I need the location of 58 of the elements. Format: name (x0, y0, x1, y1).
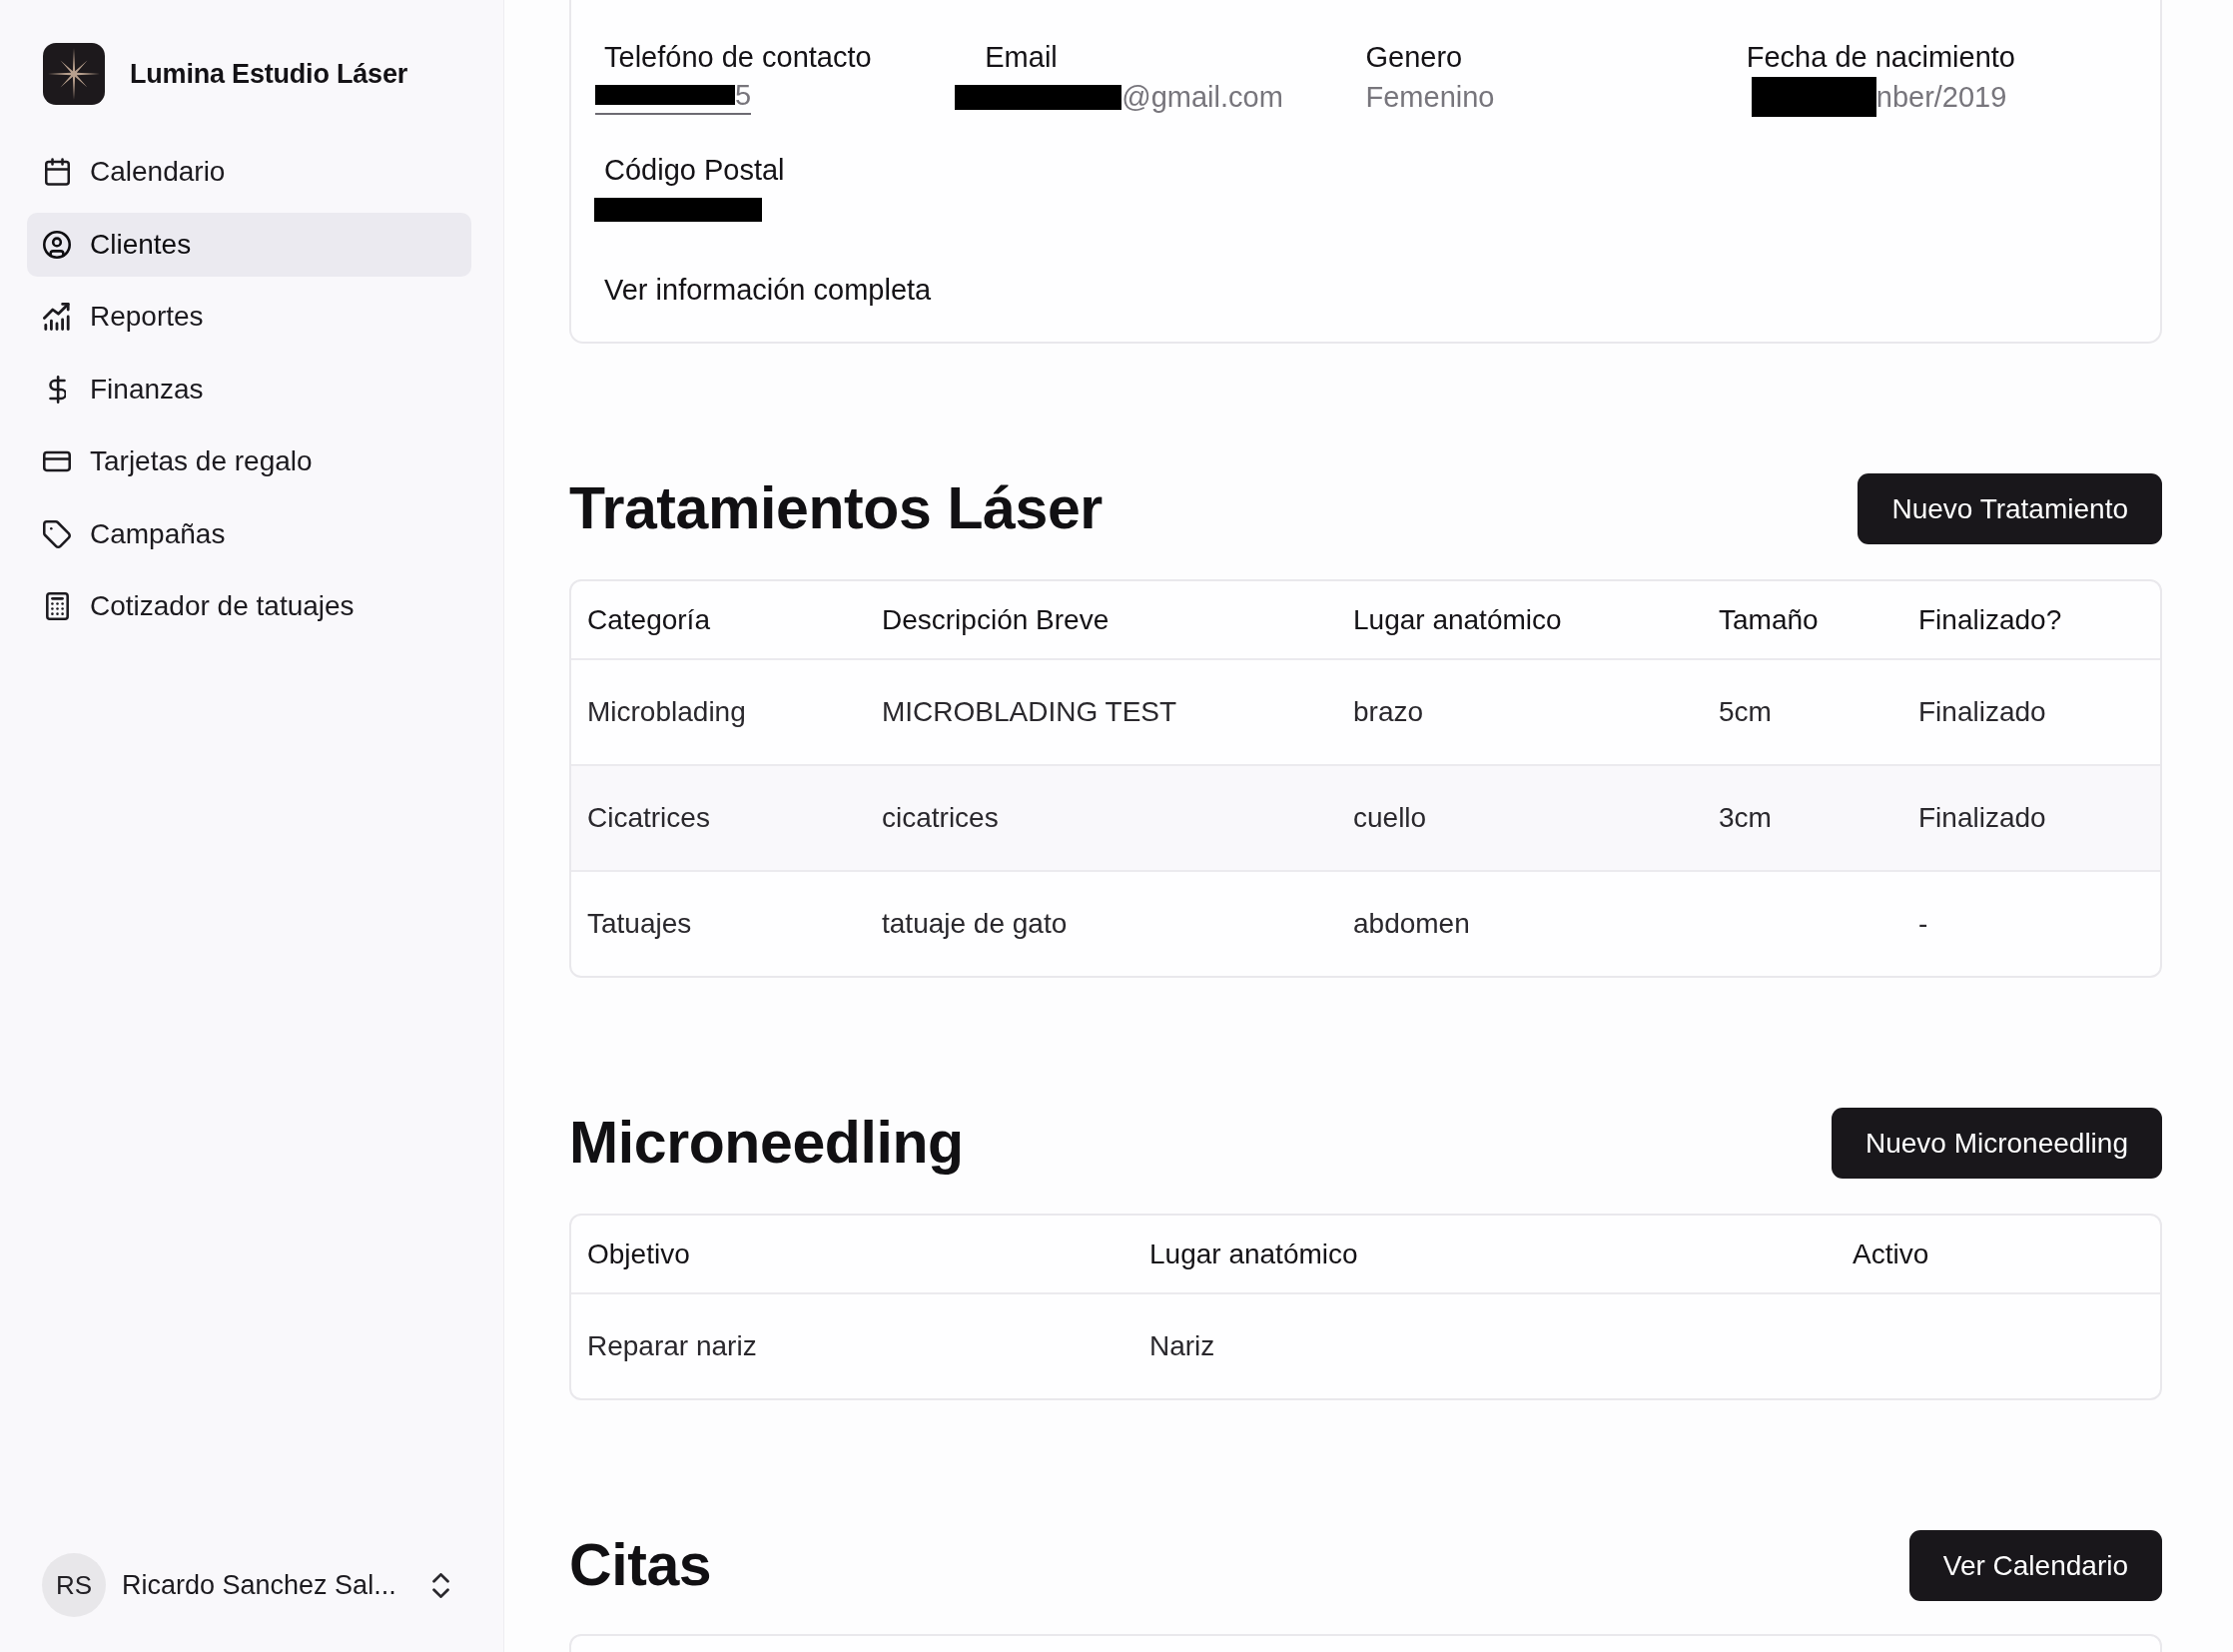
column-header: Activo (1853, 1238, 1929, 1270)
table-cell: Finalizado (1918, 696, 2046, 728)
column-header: Lugar anatómico (1353, 603, 1562, 636)
column-header: Tamaño (1719, 603, 1819, 636)
column-header: Categoría (587, 603, 710, 636)
star-logo-icon (43, 43, 105, 105)
dollar-icon (48, 375, 66, 404)
table-cell: Microblading (587, 696, 746, 728)
user-circle-icon (43, 230, 71, 259)
table-cell: Tatuajes (587, 908, 692, 940)
table-cell: abdomen (1353, 908, 1470, 940)
field-value: nber/2019 (1875, 81, 2007, 113)
table-cell: MICROBLADING TEST (882, 696, 1177, 728)
nav-item[interactable]: Campañas (27, 501, 471, 566)
calculator-icon (45, 592, 69, 620)
table-cell: brazo (1353, 696, 1424, 728)
table-cell: Cicatrices (587, 802, 710, 834)
calendar-icon (44, 158, 70, 186)
tag-icon (43, 519, 71, 548)
table-cell: - (1918, 908, 1928, 940)
table-cell: 3cm (1719, 802, 1772, 834)
table-cell: Reparar nariz (587, 1330, 757, 1362)
column-header: Descripción Breve (882, 603, 1110, 636)
column-header: Lugar anatómico (1149, 1238, 1358, 1270)
nav-item[interactable]: Reportes (27, 285, 471, 349)
field-label: Fecha de nacimiento (1746, 40, 2015, 75)
field-link[interactable]: 5 (595, 79, 752, 115)
table-cell: cicatrices (882, 802, 999, 834)
table-cell: Nariz (1149, 1330, 1215, 1362)
table-cell: Finalizado (1918, 802, 2046, 834)
view-calendar-button[interactable]: Ver Calendario (1908, 1530, 2162, 1601)
field-label: Código Postal (604, 153, 785, 188)
field-label: Email (985, 40, 1058, 75)
section-title: Citas (569, 1533, 712, 1598)
field-label: Telefóno de contacto (604, 40, 872, 75)
chevrons-up-down-icon (431, 1572, 449, 1598)
section-title: Tratamientos Láser (569, 476, 1103, 541)
nav-item[interactable]: Calendario (27, 140, 471, 204)
new-treatment-button[interactable]: Nuevo Tratamiento (1858, 473, 2162, 544)
view-full-info-link[interactable]: Ver información completa (604, 272, 932, 308)
column-header: Finalizado? (1918, 603, 2062, 636)
nav-item[interactable]: Tarjetas de regalo (27, 429, 471, 493)
brand-name: Lumina Estudio Láser (130, 58, 408, 90)
table-cell: cuello (1353, 802, 1427, 834)
user-avatar: RS (42, 1553, 106, 1617)
field-label: Genero (1365, 40, 1463, 75)
table-cell: 5cm (1719, 696, 1772, 728)
table-cell: tatuaje de gato (882, 908, 1068, 940)
field-value: Femenino (1365, 81, 1495, 113)
nav-item[interactable]: Clientes (27, 212, 471, 277)
account-menu-button[interactable]: RS Ricardo Sanchez Sal... (27, 1553, 449, 1617)
section-title: Microneedling (569, 1111, 964, 1176)
nav-item[interactable]: Finanzas (27, 357, 471, 421)
column-header: Objetivo (587, 1238, 690, 1270)
bar-chart-icon (43, 303, 71, 331)
field-value: @gmail.com (1121, 81, 1283, 113)
new-microneedling-button[interactable]: Nuevo Microneedling (1831, 1108, 2162, 1179)
nav-item[interactable]: Cotizador de tatuajes (27, 574, 471, 638)
